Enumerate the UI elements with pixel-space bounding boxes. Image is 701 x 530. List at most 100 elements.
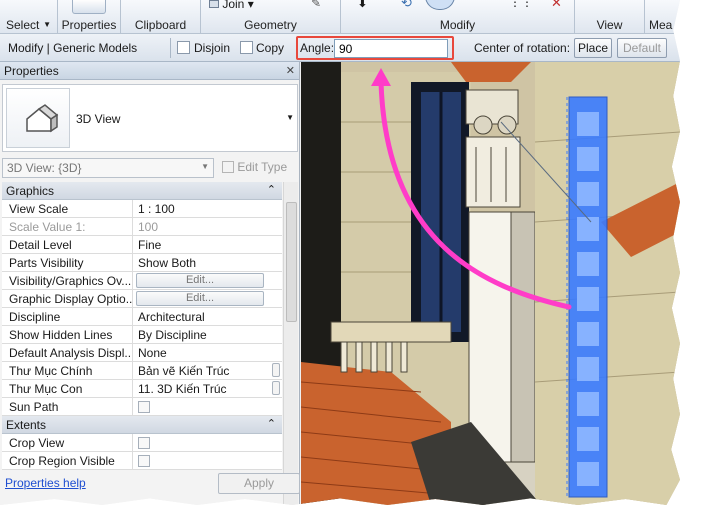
rotate-active-button[interactable] <box>425 0 455 10</box>
prop-value-cell[interactable]: Bản vẽ Kiến Trúc <box>133 362 282 379</box>
ribbon-group-view: View <box>575 0 645 34</box>
prop-key: Scale Value 1: <box>2 218 133 235</box>
3d-view-canvas[interactable] <box>301 62 680 505</box>
ribbon-group-properties[interactable]: Properties <box>58 0 121 34</box>
disjoin-label: Disjoin <box>194 41 231 55</box>
graphic-display-edit-button[interactable]: Edit... <box>136 291 264 306</box>
clipboard-group-label: Clipboard <box>134 18 187 32</box>
ribbon-group-modify: ⬇ ⟲ ⋮⋮ ✕ Modify <box>341 0 575 34</box>
prop-key: View Scale <box>2 200 133 217</box>
table-row: Thư Mục Chính Bản vẽ Kiến Trúc <box>2 362 282 380</box>
crop-view-checkbox[interactable] <box>138 437 150 449</box>
prop-value-cell <box>133 398 282 415</box>
ribbon-group-measure: Mea <box>645 0 680 34</box>
close-icon[interactable]: ✕ <box>286 64 295 77</box>
geometry-group-label: Geometry <box>244 18 297 32</box>
ribbon-group-geometry: Join ▾ ✎ Geometry <box>201 0 341 34</box>
modify-group-label: Modify <box>439 18 476 32</box>
table-row: Crop View <box>2 434 282 452</box>
scrollbar-thumb[interactable] <box>286 202 297 322</box>
prop-value-cell <box>133 452 282 469</box>
browse-button[interactable] <box>272 381 280 395</box>
edit-type-button[interactable]: Edit Type <box>220 158 296 178</box>
view-selector-label: 3D View: {3D} <box>7 161 82 175</box>
ribbon-group-clipboard: Clipboard <box>121 0 201 34</box>
prop-key: Sun Path <box>2 398 133 415</box>
rotate-icon[interactable]: ⟲ <box>401 0 412 11</box>
revit-window: Select ▼ Properties Clipboard Join ▾ ✎ G… <box>0 0 680 505</box>
angle-highlight-box <box>296 36 454 60</box>
disjoin-checkbox[interactable] <box>177 41 190 54</box>
cut-icon[interactable]: ✎ <box>311 0 321 10</box>
table-row: Detail Level Fine <box>2 236 282 254</box>
prop-key: Thư Mục Con <box>2 380 133 397</box>
table-row: View Scale 1 : 100 <box>2 200 282 218</box>
prop-value[interactable]: Show Both <box>133 254 282 271</box>
ribbon: Select ▼ Properties Clipboard Join ▾ ✎ G… <box>0 0 680 34</box>
sun-path-checkbox[interactable] <box>138 401 150 413</box>
join-icon <box>209 0 219 8</box>
prop-value: 100 <box>138 220 159 234</box>
default-button[interactable]: Default <box>617 38 667 58</box>
view-selector-dropdown[interactable]: 3D View: {3D} ▼ <box>2 158 214 178</box>
prop-key: Crop Region Visible <box>2 452 133 469</box>
delete-icon[interactable]: ✕ <box>551 0 562 11</box>
type-name: 3D View <box>76 112 121 126</box>
chevron-down-icon: ▼ <box>286 113 294 122</box>
join-button[interactable]: Join ▾ <box>209 0 254 11</box>
prop-key: Crop View <box>2 434 133 451</box>
browse-button[interactable] <box>272 363 280 377</box>
prop-value: 11. 3D Kiến Trúc <box>138 382 227 396</box>
move-icon[interactable]: ⬇ <box>357 0 368 11</box>
building-model <box>301 62 680 505</box>
center-of-rotation-label: Center of rotation: <box>474 41 571 55</box>
table-row: Visibility/Graphics Ov... Edit... <box>2 272 282 290</box>
vg-edit-button[interactable]: Edit... <box>136 273 264 288</box>
table-row: Scale Value 1: 100 <box>2 218 282 236</box>
properties-help-link[interactable]: Properties help <box>5 476 86 490</box>
chevron-down-icon: ▼ <box>201 162 209 171</box>
prop-key: Default Analysis Displ... <box>2 344 133 361</box>
section-extents[interactable]: Extents ⌃ <box>2 416 282 434</box>
prop-value[interactable]: Architectural <box>133 308 282 325</box>
table-row: Show Hidden Lines By Discipline <box>2 326 282 344</box>
place-button[interactable]: Place <box>574 38 612 58</box>
prop-value-cell[interactable]: 11. 3D Kiến Trúc <box>133 380 282 397</box>
properties-grid: Graphics ⌃ View Scale 1 : 100 Scale Value… <box>2 182 282 470</box>
type-selector[interactable]: 3D View ▼ <box>2 84 298 152</box>
prop-value-cell <box>133 434 282 451</box>
separator <box>170 38 171 58</box>
prop-key: Thư Mục Chính <box>2 362 133 379</box>
prop-key: Graphic Display Optio... <box>2 290 133 307</box>
prop-key: Discipline <box>2 308 133 325</box>
copy-label: Copy <box>256 41 285 55</box>
prop-value[interactable]: Fine <box>133 236 282 253</box>
measure-group-label: Mea <box>649 18 673 32</box>
properties-scrollbar[interactable] <box>283 182 298 505</box>
collapse-icon[interactable]: ⌃ <box>267 183 276 196</box>
section-label: Extents <box>6 418 47 432</box>
prop-value-cell: Edit... <box>133 272 282 289</box>
table-row: Graphic Display Optio... Edit... <box>2 290 282 308</box>
array-icon[interactable]: ⋮⋮ <box>509 0 533 9</box>
view-group-label: View <box>596 18 623 32</box>
section-graphics[interactable]: Graphics ⌃ <box>2 182 282 200</box>
prop-key: Parts Visibility <box>2 254 133 271</box>
ribbon-group-select[interactable]: Select ▼ <box>0 0 58 34</box>
apply-button[interactable]: Apply <box>218 473 300 494</box>
collapse-icon[interactable]: ⌃ <box>267 417 276 430</box>
prop-value[interactable]: By Discipline <box>133 326 282 343</box>
house-icon <box>26 104 59 133</box>
table-row: Sun Path <box>2 398 282 416</box>
properties-icon[interactable] <box>72 0 106 14</box>
prop-value: Bản vẽ Kiến Trúc <box>138 364 230 378</box>
table-row: Parts Visibility Show Both <box>2 254 282 272</box>
properties-group-label: Properties <box>61 18 117 32</box>
chevron-down-icon: ▼ <box>43 20 51 29</box>
context-label: Modify | Generic Models <box>8 41 138 55</box>
prop-value[interactable]: 1 : 100 <box>133 200 282 217</box>
copy-checkbox[interactable] <box>240 41 253 54</box>
column-ornament-right <box>497 115 517 135</box>
crop-region-visible-checkbox[interactable] <box>138 455 150 467</box>
prop-value[interactable]: None <box>133 344 282 361</box>
